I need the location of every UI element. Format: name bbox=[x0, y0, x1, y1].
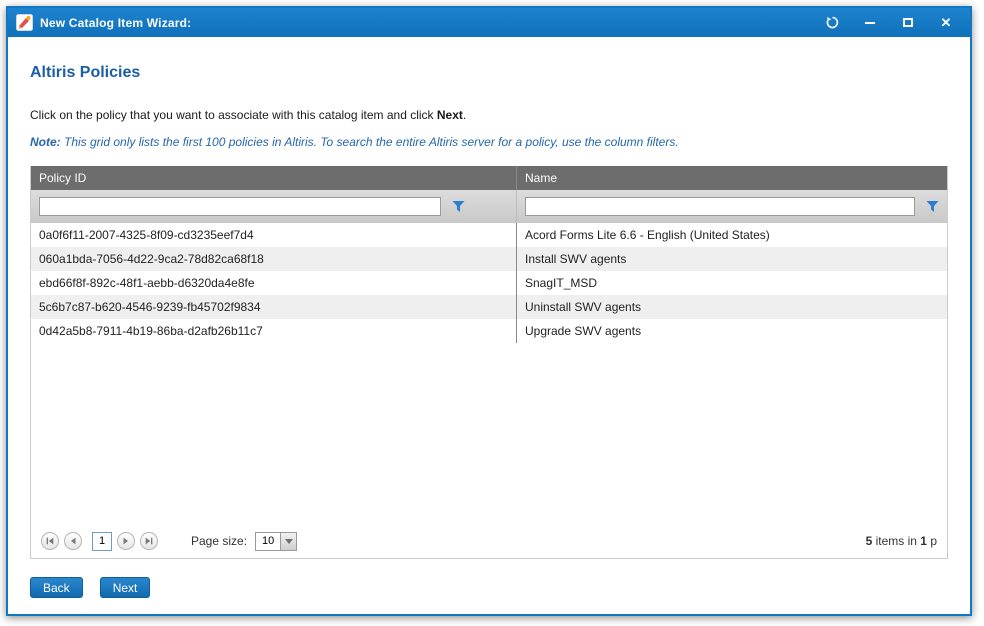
close-icon[interactable]: ✕ bbox=[938, 15, 954, 31]
next-page-button[interactable] bbox=[117, 532, 135, 550]
page-size-label: Page size: bbox=[191, 534, 247, 548]
grid-header-row: Policy ID Name bbox=[31, 166, 947, 190]
page-size-dropdown[interactable]: 10 bbox=[255, 532, 297, 551]
table-row[interactable]: 0a0f6f11-2007-4325-8f09-cd3235eef7d4 Aco… bbox=[31, 223, 947, 247]
name-filter-input[interactable] bbox=[525, 197, 915, 216]
refresh-icon[interactable] bbox=[824, 15, 840, 31]
current-page-field[interactable]: 1 bbox=[92, 532, 112, 551]
policy-id-cell: ebd66f8f-892c-48f1-aebb-d6320da4e8fe bbox=[31, 271, 516, 295]
last-page-button[interactable] bbox=[140, 532, 158, 550]
name-filter-icon[interactable] bbox=[926, 200, 939, 213]
grid-empty-area bbox=[31, 343, 947, 524]
first-page-button[interactable] bbox=[41, 532, 59, 550]
items-text: items in bbox=[872, 534, 920, 548]
wizard-window: New Catalog Item Wizard: ✕ Altiris Polic… bbox=[6, 6, 972, 616]
wizard-content: Altiris Policies Click on the policy tha… bbox=[8, 37, 970, 614]
grid-filter-row bbox=[31, 190, 947, 223]
column-header-policy-id[interactable]: Policy ID bbox=[31, 166, 516, 190]
maximize-icon[interactable] bbox=[900, 15, 916, 31]
name-cell: SnagIT_MSD bbox=[516, 271, 947, 295]
policy-id-filter-cell bbox=[31, 190, 516, 223]
table-row[interactable]: ebd66f8f-892c-48f1-aebb-d6320da4e8fe Sna… bbox=[31, 271, 947, 295]
policy-id-cell: 0d42a5b8-7911-4b19-86ba-d2afb26b11c7 bbox=[31, 319, 516, 343]
window-controls: ✕ bbox=[824, 15, 962, 31]
grid-rows: 0a0f6f11-2007-4325-8f09-cd3235eef7d4 Aco… bbox=[31, 223, 947, 343]
policy-id-cell: 5c6b7c87-b620-4546-9239-fb45702f9834 bbox=[31, 295, 516, 319]
title-bar: New Catalog Item Wizard: ✕ bbox=[8, 8, 970, 37]
policy-id-cell: 060a1bda-7056-4d22-9ca2-78d82ca68f18 bbox=[31, 247, 516, 271]
name-cell: Install SWV agents bbox=[516, 247, 947, 271]
policy-id-filter-icon[interactable] bbox=[452, 200, 465, 213]
policies-grid: Policy ID Name bbox=[30, 166, 948, 559]
instruction-text: Click on the policy that you want to ass… bbox=[30, 108, 948, 122]
back-button[interactable]: Back bbox=[30, 577, 83, 598]
page-title: Altiris Policies bbox=[30, 64, 948, 82]
wizard-footer: Back Next bbox=[30, 577, 948, 598]
dropdown-arrow-icon[interactable] bbox=[280, 533, 296, 550]
instruction-bold: Next bbox=[437, 108, 463, 122]
policy-id-cell: 0a0f6f11-2007-4325-8f09-cd3235eef7d4 bbox=[31, 223, 516, 247]
pages-text: p bbox=[927, 534, 937, 548]
table-row[interactable]: 0d42a5b8-7911-4b19-86ba-d2afb26b11c7 Upg… bbox=[31, 319, 947, 343]
table-row[interactable]: 060a1bda-7056-4d22-9ca2-78d82ca68f18 Ins… bbox=[31, 247, 947, 271]
page-size-value: 10 bbox=[256, 533, 280, 550]
name-cell: Upgrade SWV agents bbox=[516, 319, 947, 343]
name-cell: Uninstall SWV agents bbox=[516, 295, 947, 319]
items-summary: 5 items in 1 p bbox=[866, 534, 937, 548]
note-label: Note: bbox=[30, 135, 61, 149]
name-filter-cell bbox=[516, 190, 947, 223]
window-title: New Catalog Item Wizard: bbox=[40, 16, 824, 30]
grid-pager: 1 Page size: 10 5 items in 1 p bbox=[31, 524, 947, 558]
prev-page-button[interactable] bbox=[64, 532, 82, 550]
table-row[interactable]: 5c6b7c87-b620-4546-9239-fb45702f9834 Uni… bbox=[31, 295, 947, 319]
pages-count: 1 bbox=[920, 534, 927, 548]
app-icon bbox=[16, 14, 33, 31]
next-button[interactable]: Next bbox=[100, 577, 151, 598]
minimize-icon[interactable] bbox=[862, 15, 878, 31]
note-body: This grid only lists the first 100 polic… bbox=[61, 135, 679, 149]
instruction-prefix: Click on the policy that you want to ass… bbox=[30, 108, 437, 122]
name-cell: Acord Forms Lite 6.6 - English (United S… bbox=[516, 223, 947, 247]
instruction-suffix: . bbox=[463, 108, 466, 122]
note-text: Note: This grid only lists the first 100… bbox=[30, 135, 948, 149]
column-header-name[interactable]: Name bbox=[516, 166, 947, 190]
policy-id-filter-input[interactable] bbox=[39, 197, 441, 216]
